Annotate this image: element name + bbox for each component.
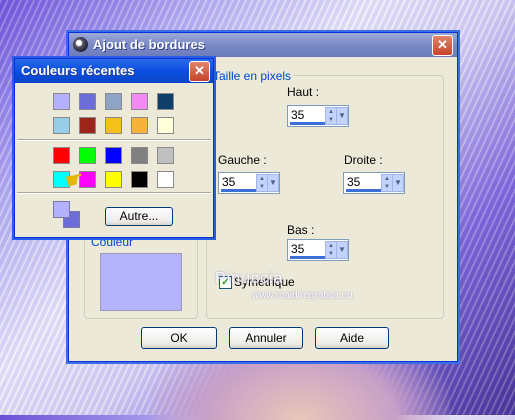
hand-pointer-icon: ☛ <box>61 164 88 195</box>
bottom-value: 35 <box>291 242 305 256</box>
color-swatch[interactable] <box>53 147 70 164</box>
top-dropdown-arrow[interactable]: ▼ <box>336 107 348 125</box>
dialog-close-button[interactable]: ✕ <box>432 35 453 56</box>
separator <box>17 192 211 194</box>
bottom-label: Bas : <box>287 223 315 237</box>
bottom-spinner[interactable]: 35 ▲ ▼ ▼ <box>287 239 349 261</box>
recent-colors-popup: Couleurs récentes ✕ Autre... ☛ <box>14 58 214 238</box>
right-slider[interactable] <box>346 189 382 192</box>
left-value: 35 <box>222 175 236 189</box>
color-swatch[interactable] <box>105 171 122 188</box>
color-swatch[interactable] <box>105 117 122 134</box>
color-swatch[interactable] <box>53 93 70 110</box>
popup-titlebar[interactable]: Couleurs récentes ✕ <box>15 59 213 83</box>
color-swatch[interactable] <box>79 93 96 110</box>
color-swatch[interactable] <box>53 117 70 134</box>
color-swatch[interactable] <box>131 93 148 110</box>
color-swatch[interactable] <box>157 93 174 110</box>
dialog-titlebar[interactable]: Ajout de bordures ✕ <box>69 33 457 57</box>
app-icon <box>73 37 88 52</box>
bottom-slider[interactable] <box>290 256 326 259</box>
right-value: 35 <box>347 175 361 189</box>
watermark-name: Pinuccia <box>215 270 284 287</box>
left-spinner[interactable]: 35 ▲ ▼ ▼ <box>218 172 280 194</box>
border-color-swatch[interactable] <box>100 253 182 311</box>
color-swatch[interactable] <box>131 147 148 164</box>
cancel-button[interactable]: Annuler <box>229 327 303 349</box>
help-button[interactable]: Aide <box>315 327 389 349</box>
color-swatch[interactable] <box>131 117 148 134</box>
watermark-url: www.maidiregrafica.eu <box>252 290 353 301</box>
top-label: Haut : <box>287 85 320 99</box>
left-dropdown-arrow[interactable]: ▼ <box>267 174 279 192</box>
color-swatch[interactable] <box>79 117 96 134</box>
popup-close-button[interactable]: ✕ <box>189 61 210 82</box>
size-group-label: Taille en pixels <box>211 69 294 83</box>
color-swatch[interactable] <box>157 147 174 164</box>
popup-title: Couleurs récentes <box>21 63 135 78</box>
color-swatch[interactable] <box>79 147 96 164</box>
separator <box>17 139 211 141</box>
color-swatch[interactable] <box>131 171 148 188</box>
right-spinner[interactable]: 35 ▲ ▼ ▼ <box>343 172 405 194</box>
left-slider[interactable] <box>221 189 257 192</box>
bottom-dropdown-arrow[interactable]: ▼ <box>336 241 348 259</box>
right-label: Droite : <box>344 153 383 167</box>
color-swatch[interactable] <box>157 117 174 134</box>
top-slider[interactable] <box>290 122 326 125</box>
foreground-color-swatch[interactable] <box>53 201 70 218</box>
color-swatch[interactable] <box>157 171 174 188</box>
right-dropdown-arrow[interactable]: ▼ <box>392 174 404 192</box>
ok-button[interactable]: OK <box>141 327 217 349</box>
top-value: 35 <box>291 108 305 122</box>
color-swatch[interactable] <box>105 93 122 110</box>
left-label: Gauche : <box>218 153 267 167</box>
color-swatch[interactable] <box>105 147 122 164</box>
dialog-title: Ajout de bordures <box>93 37 205 52</box>
other-colors-button[interactable]: Autre... <box>105 207 173 226</box>
top-spinner[interactable]: 35 ▲ ▼ ▼ <box>287 105 349 127</box>
